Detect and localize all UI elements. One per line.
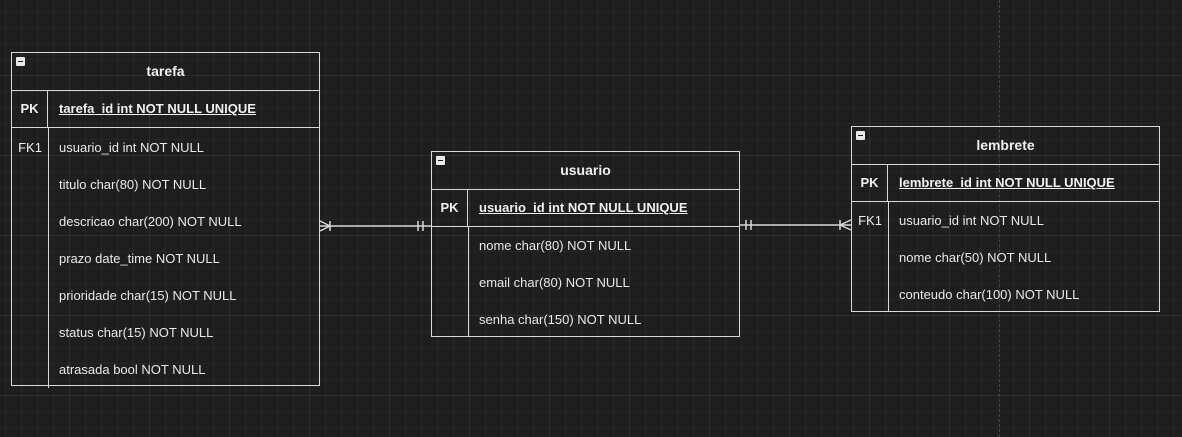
relationship-tarefa-usuario[interactable] [319, 220, 431, 232]
relationship-usuario-lembrete[interactable] [740, 219, 852, 231]
relationship-connectors [319, 219, 852, 232]
